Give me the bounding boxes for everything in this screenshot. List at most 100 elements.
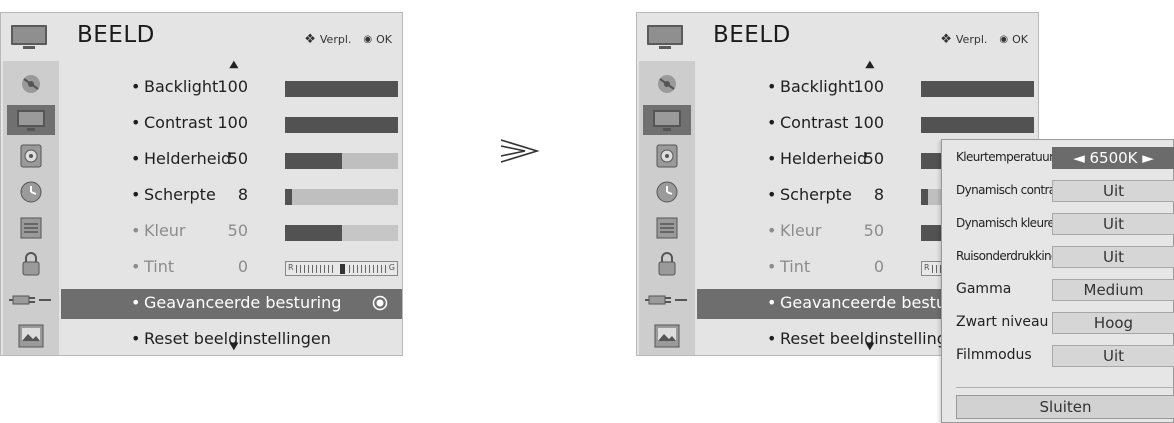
popup-row-value[interactable]: Medium (1052, 279, 1174, 301)
category-sidebar (3, 61, 59, 355)
sidebar-item-photo[interactable] (643, 321, 691, 351)
menu-row-label: Kleur (780, 221, 822, 240)
sidebar-item-plug[interactable] (643, 285, 691, 315)
scroll-down-icon[interactable]: ▼ (229, 341, 238, 352)
popup-row-value[interactable]: Uit (1052, 213, 1174, 235)
menu-row-label: Geavanceerde besturing (144, 293, 342, 312)
menu-row-helderheid[interactable]: • Helderheid 50 (61, 145, 402, 175)
popup-row-ruisonderdrukking[interactable]: Ruisonderdrukking Uit (942, 243, 1174, 271)
tint-marker (340, 264, 345, 274)
ok-icon: ◉ (363, 34, 373, 45)
level-slider[interactable] (285, 153, 398, 169)
move-arrows-icon: ❖ (940, 32, 952, 47)
speaker-icon (20, 144, 42, 168)
bullet: • (131, 329, 141, 348)
bullet: • (767, 257, 777, 276)
scroll-up-icon[interactable]: ▲ (865, 59, 874, 70)
move-arrows-icon: ❖ (304, 32, 316, 47)
popup-row-zwart-niveau[interactable]: Zwart niveau Hoog (942, 309, 1174, 337)
tint-slider[interactable]: RG (285, 261, 398, 276)
menu-row-label: Tint (144, 257, 175, 276)
sidebar-item-plug[interactable] (7, 285, 55, 315)
level-slider-fill (285, 117, 398, 133)
menu-header: BEELD ❖ Verpl. ◉ OK (1, 13, 402, 59)
tint-red-label: R (288, 263, 294, 272)
sidebar-item-padlock[interactable] (643, 249, 691, 279)
picture-settings-list: ▲ • Backlight 100 • Contrast 100 • Helderheid 50 •… (61, 59, 402, 355)
photo-icon (18, 324, 44, 348)
bullet: • (767, 221, 777, 240)
level-slider[interactable] (285, 225, 398, 241)
tv-screen-icon (17, 110, 45, 131)
satellite-dish-icon (22, 75, 40, 93)
level-slider-fill (921, 81, 1034, 97)
popup-row-filmmodus[interactable]: Filmmodus Uit (942, 342, 1174, 370)
sidebar-item-speaker[interactable] (643, 141, 691, 171)
popup-row-value[interactable]: Uit (1052, 246, 1174, 268)
hint-move-label: Verpl. (955, 33, 988, 46)
popup-row-value[interactable]: Uit (1052, 180, 1174, 202)
menu-row-value: 0 (237, 257, 248, 276)
sidebar-item-tv-screen[interactable] (7, 105, 55, 135)
bullet: • (131, 77, 141, 96)
hint-ok-label: OK (376, 33, 392, 46)
menu-row-scherpte[interactable]: • Scherpte 8 (61, 181, 402, 211)
tint-green-label: G (388, 263, 395, 272)
popup-row-label: Ruisonderdrukking (956, 249, 1059, 263)
popup-row-gamma[interactable]: Gamma Medium (942, 276, 1174, 304)
bullet: • (767, 185, 777, 204)
level-slider[interactable] (285, 189, 398, 205)
sidebar-item-clock[interactable] (643, 177, 691, 207)
sidebar-item-lock-list[interactable] (643, 213, 691, 243)
menu-row-tint[interactable]: •Tint0RG (61, 253, 402, 283)
padlock-icon (22, 252, 40, 276)
popup-row-dynamisch-kleuren[interactable]: Dynamisch kleuren Uit (942, 210, 1174, 238)
sidebar-item-satellite-dish[interactable] (7, 69, 55, 99)
bullet: • (767, 113, 777, 132)
level-slider-fill (285, 225, 342, 241)
menu-row-value: 50 (863, 221, 884, 240)
popup-row-kleurtemperatuur[interactable]: Kleurtemperatuur ◄ 6500K ► (942, 144, 1174, 172)
sidebar-item-photo[interactable] (7, 321, 55, 351)
category-sidebar (639, 61, 695, 355)
menu-row-label: Kleur (144, 221, 186, 240)
menu-row-value: 50 (863, 149, 884, 168)
bullet: • (767, 293, 777, 312)
bullet: • (131, 221, 141, 240)
level-slider-fill (921, 189, 928, 205)
menu-row-contrast[interactable]: • Contrast 100 (61, 109, 402, 139)
menu-row-value: 0 (873, 257, 884, 276)
level-slider[interactable] (921, 117, 1034, 133)
popup-row-dynamisch-contrast[interactable]: Dynamisch contrast Uit (942, 177, 1174, 205)
hint-ok-label: OK (1012, 33, 1028, 46)
close-button[interactable]: Sluiten (956, 395, 1174, 419)
sidebar-item-padlock[interactable] (7, 249, 55, 279)
sidebar-item-satellite-dish[interactable] (643, 69, 691, 99)
level-slider[interactable] (285, 81, 398, 97)
level-slider[interactable] (285, 117, 398, 133)
scroll-up-icon[interactable]: ▲ (229, 59, 238, 70)
menu-row-label: Tint (780, 257, 811, 276)
popup-row-value[interactable]: Uit (1052, 345, 1174, 367)
sidebar-item-clock[interactable] (7, 177, 55, 207)
sidebar-item-lock-list[interactable] (7, 213, 55, 243)
scroll-down-icon[interactable]: ▼ (865, 341, 874, 352)
menu-row-label: Scherpte (144, 185, 216, 204)
sidebar-item-speaker[interactable] (7, 141, 55, 171)
menu-row-backlight[interactable]: • Backlight 100 (697, 73, 1038, 103)
sidebar-item-tv-screen[interactable] (643, 105, 691, 135)
menu-row-value: 100 (853, 77, 884, 96)
menu-row-label: Scherpte (780, 185, 852, 204)
popup-row-value[interactable]: ◄ 6500K ► (1052, 147, 1174, 169)
picture-menu-panel: BEELD ❖ Verpl. ◉ OK ▲ • Backlight 100 • Contr… (0, 12, 403, 356)
menu-row-geavanceerde-besturing[interactable]: • Geavanceerde besturing (61, 289, 402, 319)
menu-row-value: 8 (237, 185, 248, 204)
satellite-dish-icon (658, 75, 676, 93)
level-slider[interactable] (921, 81, 1034, 97)
plug-icon (9, 295, 51, 305)
menu-row-backlight[interactable]: • Backlight 100 (61, 73, 402, 103)
tv-screen-icon (11, 25, 47, 49)
menu-row-contrast[interactable]: • Contrast 100 (697, 109, 1038, 139)
popup-row-value[interactable]: Hoog (1052, 312, 1174, 334)
menu-row-kleur[interactable]: • Kleur 50 (61, 217, 402, 247)
